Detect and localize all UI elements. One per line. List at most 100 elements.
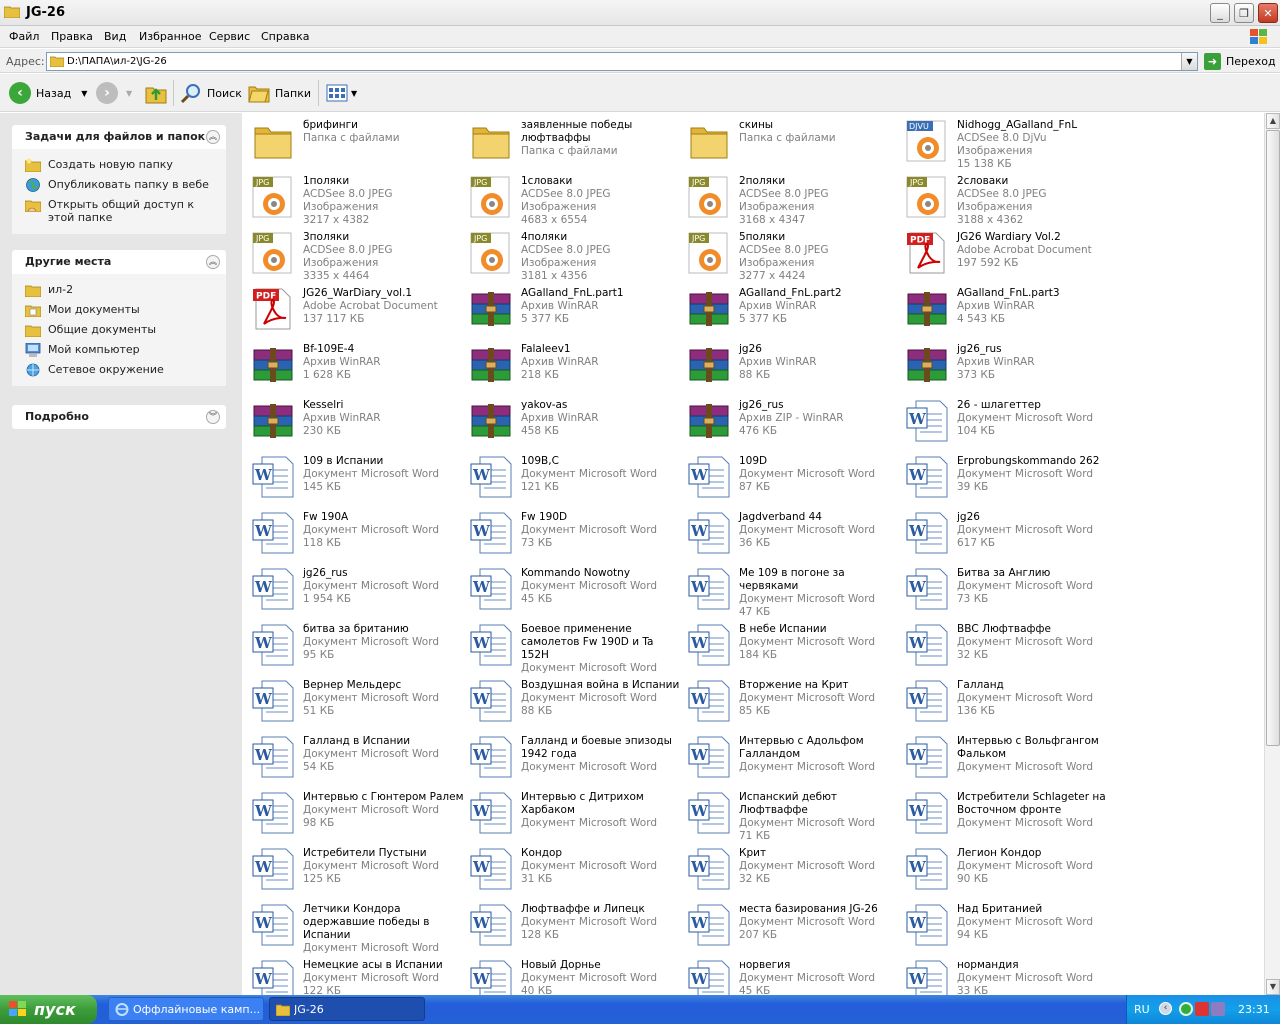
file-item[interactable]: W Боевое применение самолетов Fw 190D и T… [465,617,683,674]
file-item[interactable]: W 26 - шлагеттер Документ Microsoft Word 10… [901,393,1119,449]
collapse-icon[interactable]: ︽ [206,130,220,144]
file-item[interactable]: W Вторжение на Крит Документ Microsoft Wor… [683,673,901,729]
expand-icon[interactable]: ︾ [206,410,220,424]
network-status-icon[interactable] [1211,1002,1225,1016]
menu-file[interactable]: Файл [9,30,39,43]
task-share-folder[interactable]: Открыть общий доступ к этой папке [12,195,226,228]
file-item[interactable]: W Крит Документ Microsoft Word 32 КБ [683,841,901,897]
file-item[interactable]: W Новый Дорнье Документ Microsoft Word 40 К… [465,953,683,995]
file-item[interactable]: W Kommando Nowotny Документ Microsoft Word… [465,561,683,617]
place-my-documents[interactable]: Мои документы [12,300,226,320]
scroll-thumb[interactable] [1266,130,1280,746]
scroll-up-icon[interactable]: ▲ [1266,113,1280,129]
file-item[interactable]: W Воздушная война в Испании Документ Micro… [465,673,683,729]
task-new-folder[interactable]: Создать новую папку [12,155,226,175]
file-item[interactable]: Wнорвегия Документ Microsoft Word 45 КБ [683,953,901,995]
file-item[interactable]: Wнормандия Документ Microsoft Word 33 КБ [901,953,1119,995]
address-dropdown-icon[interactable]: ▼ [1181,53,1197,70]
file-item[interactable]: W Интервью с Адольфом Галландом Документ M… [683,729,901,785]
file-item[interactable]: W 109D Документ Microsoft Word 87 КБ [683,449,901,505]
file-item[interactable]: W Легион Кондор Документ Microsoft Word 90 … [901,841,1119,897]
file-item[interactable]: W Люфтваффе и Липецк Документ Microsoft Wo… [465,897,683,953]
menu-favorites[interactable]: Избранное [139,30,201,43]
file-item[interactable]: W Истребители Schlageter на Восточном фро… [901,785,1119,841]
places-panel-header[interactable]: Другие места ︽ [12,250,226,274]
file-item[interactable]: W Erprobungskommando 262 Документ Microsof… [901,449,1119,505]
taskbar-button-jg26[interactable]: JG-26 [269,997,425,1021]
file-item[interactable]: JPG 3поляки ACDSee 8.0 JPEG Изображения 333… [247,225,465,282]
file-item[interactable]: W 109В,С Документ Microsoft Word 121 КБ [465,449,683,505]
file-item[interactable]: W Me 109 в погоне за червяками Документ Mi… [683,561,901,618]
menu-tools[interactable]: Сервис [209,30,250,43]
file-item[interactable]: Falaleev1 Архив WinRAR 218 КБ [465,337,683,393]
file-item[interactable]: W Галланд в Испании Документ Microsoft Wor… [247,729,465,785]
folders-button[interactable]: Папки [248,81,311,105]
search-button[interactable]: Поиск [180,81,242,105]
file-item[interactable]: W Немецкие асы в Испании Документ Microsof… [247,953,465,995]
file-item[interactable]: W Галланд Документ Microsoft Word 136 КБ [901,673,1119,729]
file-item[interactable]: Wместа базирования JG-26 Документ Microso… [683,897,901,953]
language-indicator[interactable]: RU [1134,1003,1150,1016]
file-item[interactable]: брифинги Папка с файлами [247,113,465,169]
details-panel-header[interactable]: Подробно ︾ [12,405,226,429]
file-item[interactable]: PDF JG26 Wardiary Vol.2 Adobe Acrobat Docu… [901,225,1119,281]
menu-edit[interactable]: Правка [51,30,93,43]
show-hidden-icons-icon[interactable]: ‹ [1159,1002,1172,1015]
place-il2[interactable]: ил-2 [12,280,226,300]
file-item[interactable]: jg26 Архив WinRAR 88 КБ [683,337,901,393]
file-item[interactable]: W Интервью с Гюнтером Ралем Документ Micro… [247,785,465,841]
file-item[interactable]: W Летчики Кондора одержавшие победы в Исп… [247,897,465,954]
file-item[interactable]: AGalland_FnL.part1 Архив WinRAR 5 377 КБ [465,281,683,337]
file-item[interactable]: W Интервью с Дитрихом Харбаком Документ Mi… [465,785,683,841]
file-item[interactable]: W ВВС Люфтваффе Документ Microsoft Word 32 … [901,617,1119,673]
forward-button[interactable]: › ▼ [96,81,132,105]
place-shared-documents[interactable]: Общие документы [12,320,226,340]
tasks-panel-header[interactable]: Задачи для файлов и папок ︽ [12,125,226,149]
file-item[interactable]: W Испанский дебют Люфтваффе Документ Micro… [683,785,901,842]
file-item[interactable]: Wjg26_rus Документ Microsoft Word 1 954 КБ [247,561,465,617]
back-button[interactable]: ‹ Назад ▼ [9,81,87,105]
file-item[interactable]: W Битва за Англию Документ Microsoft Word 7… [901,561,1119,617]
file-item[interactable]: W Вернер Мельдерс Документ Microsoft Word 5… [247,673,465,729]
file-item[interactable]: yakov-as Архив WinRAR 458 КБ [465,393,683,449]
place-network[interactable]: Сетевое окружение [12,360,226,380]
file-item[interactable]: W Fw 190D Документ Microsoft Word 73 КБ [465,505,683,561]
vertical-scrollbar[interactable]: ▲ ▼ [1264,113,1280,995]
up-folder-button[interactable] [144,81,168,105]
file-item[interactable]: JPG 2словаки ACDSee 8.0 JPEG Изображения 31… [901,169,1119,226]
file-item[interactable]: AGalland_FnL.part2 Архив WinRAR 5 377 КБ [683,281,901,337]
file-item[interactable]: Bf-109E-4 Архив WinRAR 1 628 КБ [247,337,465,393]
file-item[interactable]: W В небе Испании Документ Microsoft Word 18… [683,617,901,673]
file-item[interactable]: JPG 5поляки ACDSee 8.0 JPEG Изображения 327… [683,225,901,282]
views-button[interactable]: ▼ [326,81,357,105]
tray-app-icon[interactable] [1179,1002,1193,1016]
file-item[interactable]: W Интервью с Вольфгангом Фальком Документ … [901,729,1119,785]
file-item[interactable]: Kesselri Архив WinRAR 230 КБ [247,393,465,449]
collapse-icon[interactable]: ︽ [206,255,220,269]
file-item[interactable]: W Над Британией Документ Microsoft Word 94 … [901,897,1119,953]
chevron-down-icon[interactable]: ▼ [81,89,87,98]
task-publish-web[interactable]: Опубликовать папку в вебе [12,175,226,195]
minimize-button[interactable]: _ [1210,3,1230,23]
file-item[interactable]: W 109 в Испании Документ Microsoft Word 145… [247,449,465,505]
close-button[interactable]: ✕ [1258,3,1278,23]
file-item[interactable]: заявленные победы люфтваффы Папка с файла… [465,113,683,169]
file-item[interactable]: W Кондор Документ Microsoft Word 31 КБ [465,841,683,897]
file-item[interactable]: AGalland_FnL.part3 Архив WinRAR 4 543 КБ [901,281,1119,337]
scroll-down-icon[interactable]: ▼ [1266,979,1280,995]
file-item[interactable]: jg26_rus Архив WinRAR 373 КБ [901,337,1119,393]
file-item[interactable]: JPG 1словаки ACDSee 8.0 JPEG Изображения 46… [465,169,683,226]
file-item[interactable]: DJVU Nidhogg_AGalland_FnL ACDSee 8.0 DjVu … [901,113,1119,170]
file-item[interactable]: JPG 4поляки ACDSee 8.0 JPEG Изображения 318… [465,225,683,282]
antivirus-icon[interactable] [1195,1002,1209,1016]
file-item[interactable]: W Jagdverband 44 Документ Microsoft Word 36… [683,505,901,561]
menu-help[interactable]: Справка [261,30,309,43]
file-item[interactable]: JPG 1поляки ACDSee 8.0 JPEG Изображения 321… [247,169,465,226]
file-item[interactable]: скины Папка с файлами [683,113,901,169]
file-item[interactable]: JPG 2поляки ACDSee 8.0 JPEG Изображения 316… [683,169,901,226]
taskbar-button-browser[interactable]: Оффлайновые камп... [108,997,264,1021]
file-item[interactable]: W Галланд и боевые эпизоды 1942 года Докум… [465,729,683,785]
address-input[interactable]: D:\ПАПА\ил-2\JG-26 ▼ [46,52,1198,71]
file-item[interactable]: Wjg26 Документ Microsoft Word 617 КБ [901,505,1119,561]
place-my-computer[interactable]: Мой компьютер [12,340,226,360]
